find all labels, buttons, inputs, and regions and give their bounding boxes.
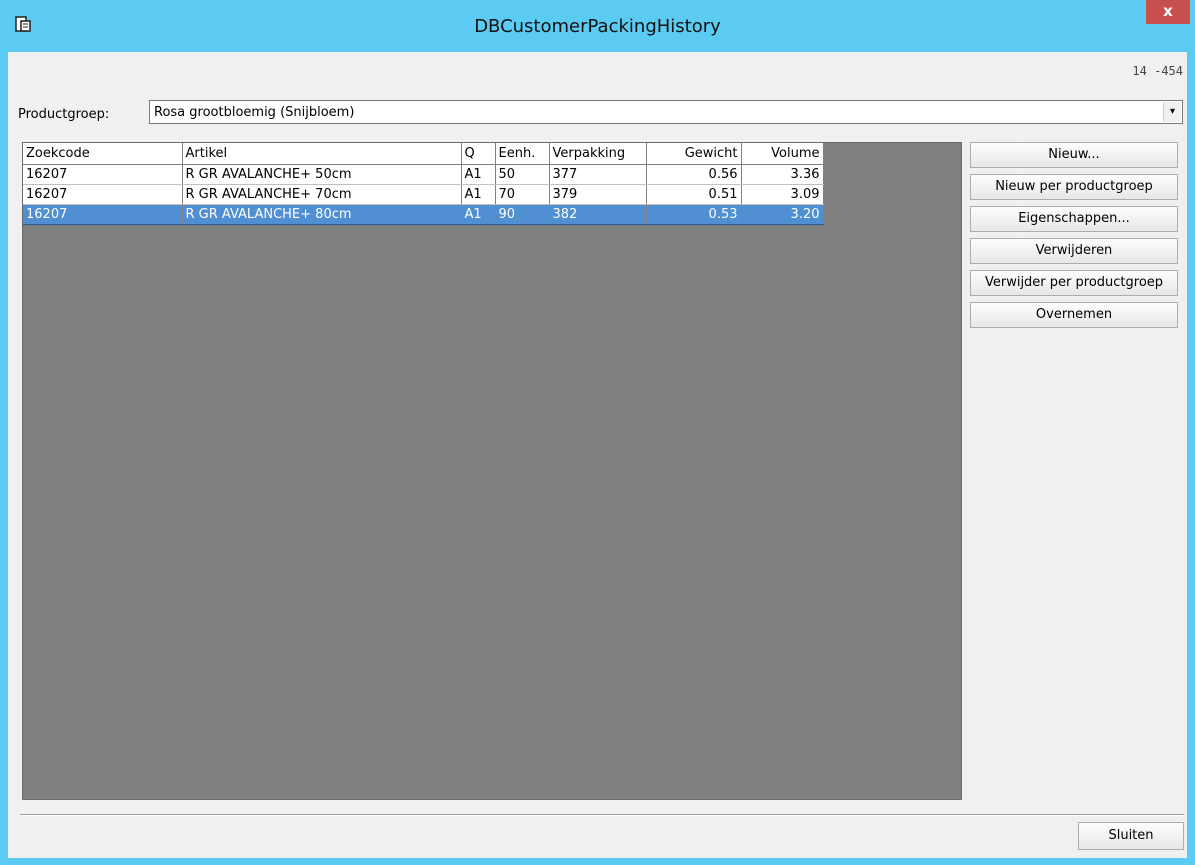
cell-artikel: R GR AVALANCHE+ 80cm — [182, 204, 462, 225]
cell-gewicht: 0.51 — [646, 184, 742, 205]
column-header-verpakking[interactable]: Verpakking — [549, 143, 647, 165]
properties-button[interactable]: Eigenschappen... — [970, 206, 1178, 232]
cell-volume: 3.36 — [741, 164, 824, 185]
column-header-gewicht[interactable]: Gewicht — [646, 143, 742, 165]
cell-eenh: 70 — [495, 184, 550, 205]
window-close-button[interactable]: x — [1146, 0, 1190, 24]
new-per-productgroep-button[interactable]: Nieuw per productgroep — [970, 174, 1178, 200]
delete-per-productgroep-button[interactable]: Verwijder per productgroep — [970, 270, 1178, 296]
dialog-code: 14 -454 — [1132, 64, 1183, 78]
packing-history-table: Zoekcode Artikel Q Eenh. Verpakking Gewi… — [23, 143, 824, 225]
column-header-eenh[interactable]: Eenh. — [495, 143, 550, 165]
cell-q: A1 — [461, 184, 496, 205]
cell-zoekcode: 16207 — [23, 184, 183, 205]
cell-artikel: R GR AVALANCHE+ 50cm — [182, 164, 462, 185]
dialog-window: DBCustomerPackingHistory x 14 -454 Produ… — [0, 0, 1195, 865]
cell-zoekcode: 16207 — [23, 164, 183, 185]
productgroep-select[interactable]: Rosa grootbloemig (Snijbloem) ▾ — [149, 100, 1183, 124]
title-bar: DBCustomerPackingHistory x — [0, 0, 1195, 52]
table-row[interactable]: 16207 R GR AVALANCHE+ 50cm A1 50 377 0.5… — [23, 164, 824, 185]
column-header-artikel[interactable]: Artikel — [182, 143, 462, 165]
footer-divider — [20, 814, 1184, 816]
cell-volume: 3.09 — [741, 184, 824, 205]
table-row-selected[interactable]: 16207 R GR AVALANCHE+ 80cm A1 90 382 0.5… — [23, 204, 824, 225]
action-button-panel: Nieuw... Nieuw per productgroep Eigensch… — [970, 142, 1178, 334]
cell-q: A1 — [461, 204, 496, 225]
cell-eenh: 90 — [495, 204, 550, 225]
column-header-volume[interactable]: Volume — [741, 143, 824, 165]
cell-verpakking: 377 — [549, 164, 647, 185]
cell-gewicht: 0.56 — [646, 164, 742, 185]
cell-gewicht: 0.53 — [646, 204, 742, 225]
window-title: DBCustomerPackingHistory — [474, 16, 721, 37]
cell-eenh: 50 — [495, 164, 550, 185]
column-header-q[interactable]: Q — [461, 143, 496, 165]
cell-q: A1 — [461, 164, 496, 185]
cell-verpakking: 382 — [549, 204, 647, 225]
chevron-down-icon[interactable]: ▾ — [1163, 102, 1181, 122]
cell-artikel: R GR AVALANCHE+ 70cm — [182, 184, 462, 205]
take-over-button[interactable]: Overnemen — [970, 302, 1178, 328]
table-row[interactable]: 16207 R GR AVALANCHE+ 70cm A1 70 379 0.5… — [23, 184, 824, 205]
cell-verpakking: 379 — [549, 184, 647, 205]
cell-volume: 3.20 — [741, 204, 824, 225]
delete-button[interactable]: Verwijderen — [970, 238, 1178, 264]
packing-history-grid[interactable]: Zoekcode Artikel Q Eenh. Verpakking Gewi… — [22, 142, 962, 800]
dialog-content: 14 -454 Productgroep: Rosa grootbloemig … — [8, 52, 1187, 858]
cell-zoekcode: 16207 — [23, 204, 183, 225]
productgroep-value: Rosa grootbloemig (Snijbloem) — [154, 105, 355, 120]
column-header-zoekcode[interactable]: Zoekcode — [23, 143, 183, 165]
close-button[interactable]: Sluiten — [1078, 822, 1184, 850]
table-header-row: Zoekcode Artikel Q Eenh. Verpakking Gewi… — [23, 143, 824, 165]
productgroep-label: Productgroep: — [18, 107, 110, 122]
new-button[interactable]: Nieuw... — [970, 142, 1178, 168]
